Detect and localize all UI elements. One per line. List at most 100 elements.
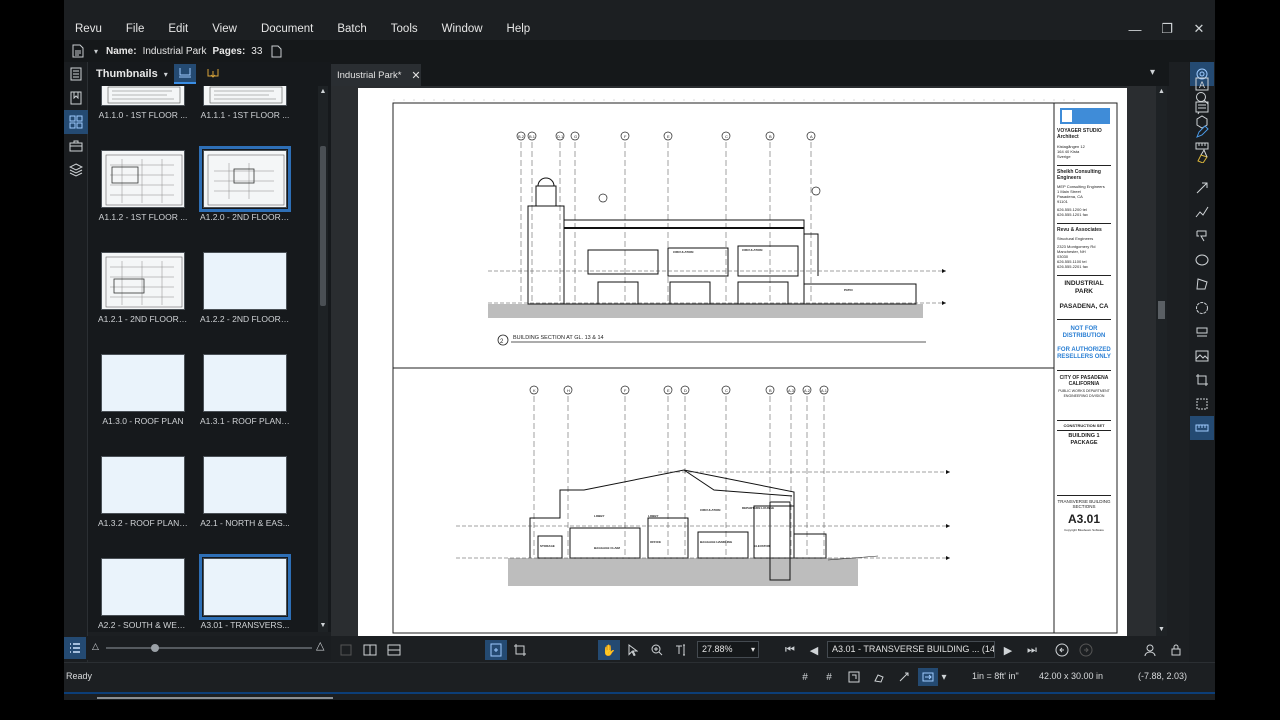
restore-button[interactable]: ❐	[1151, 16, 1183, 42]
thumbnail-item[interactable]: A2.1 - NORTH & EAS...	[200, 456, 290, 528]
thumbnail-item[interactable]: A1.1.0 - 1ST FLOOR ...	[98, 86, 188, 120]
thumbnail-item[interactable]: A2.2 - SOUTH & WES...	[98, 558, 188, 630]
scroll-thumb[interactable]	[320, 146, 326, 306]
scale-readout[interactable]: 1in = 8ft' in"	[972, 671, 1019, 681]
thumbnail-item[interactable]: A3.01 - TRANSVERS...	[199, 554, 291, 630]
previous-view-icon[interactable]	[1051, 640, 1073, 660]
page-selector[interactable]: A3.01 - TRANSVERSE BUILDING ... (14 of 3…	[827, 641, 995, 658]
image-icon[interactable]	[1190, 344, 1214, 368]
close-icon[interactable]: ✕	[411, 69, 420, 82]
thumbnail-page[interactable]	[199, 554, 291, 620]
highlighter-icon[interactable]	[1190, 144, 1214, 168]
list-view-icon[interactable]	[64, 637, 86, 659]
menu-edit[interactable]: Edit	[156, 16, 200, 42]
thumbnail-item[interactable]: A1.2.1 - 2ND FLOOR ...	[98, 252, 188, 324]
polygon-icon[interactable]	[1190, 272, 1214, 296]
ellipse-icon[interactable]	[1190, 248, 1214, 272]
measure-tool-icon[interactable]	[1190, 416, 1214, 440]
menu-view[interactable]: View	[200, 16, 249, 42]
slider-handle[interactable]	[151, 644, 159, 652]
thumbnail-item[interactable]: A1.3.2 - ROOF PLAN ...	[98, 456, 188, 528]
zoom-in-thumb-icon[interactable]: △	[316, 639, 324, 652]
arrow-icon[interactable]	[1190, 176, 1214, 200]
thumbnail-page[interactable]	[203, 86, 287, 106]
reuse-icon[interactable]	[894, 668, 914, 686]
bookmarks-icon[interactable]	[64, 86, 88, 110]
sync-icon[interactable]	[918, 668, 938, 686]
lock-icon[interactable]	[1165, 640, 1187, 660]
thumbnail-page[interactable]	[101, 252, 185, 310]
close-button[interactable]: ✕	[1183, 16, 1215, 42]
thumbnail-page[interactable]	[203, 354, 287, 412]
thumbnail-size-slider[interactable]	[106, 644, 312, 652]
thumbnail-page[interactable]	[101, 558, 185, 616]
thumbnail-page[interactable]	[101, 456, 185, 514]
menu-document[interactable]: Document	[249, 16, 325, 42]
select-tool-icon[interactable]	[622, 640, 644, 660]
next-page-icon[interactable]: ▶	[997, 640, 1019, 660]
chevron-down-icon[interactable]: ▾	[164, 70, 168, 79]
thumbnails-icon[interactable]	[64, 110, 88, 134]
polyline-icon[interactable]	[1190, 200, 1214, 224]
single-page-icon[interactable]	[335, 640, 357, 660]
zoom-level-field[interactable]: 27.88% ▾	[697, 641, 759, 658]
thumbnail-item[interactable]: A1.2.0 - 2ND FLOOR ...	[199, 146, 291, 222]
layers-icon[interactable]	[64, 158, 88, 182]
thumbnail-alt-mode-icon[interactable]	[202, 64, 224, 84]
user-icon[interactable]	[1136, 640, 1164, 660]
thumbnails-scrollbar[interactable]: ▲ ▼	[318, 86, 328, 632]
document-tab[interactable]: Industrial Park* ✕	[331, 64, 421, 86]
pen-icon[interactable]	[1190, 120, 1214, 144]
thumbnail-item[interactable]: A1.1.2 - 1ST FLOOR ...	[98, 150, 188, 222]
thumbnail-item[interactable]: A1.3.0 - ROOF PLAN	[98, 354, 188, 426]
snap-to-markup-icon[interactable]	[869, 668, 889, 686]
thumbnail-item[interactable]: A1.2.2 - 2ND FLOOR ...	[200, 252, 290, 324]
split-horizontal-icon[interactable]	[383, 640, 405, 660]
scroll-up-icon[interactable]: ▲	[318, 86, 328, 98]
zoom-out-thumb-icon[interactable]: △	[92, 641, 99, 652]
scroll-down-icon[interactable]: ▼	[318, 620, 328, 632]
thumbnail-page[interactable]	[101, 354, 185, 412]
thumbnail-page[interactable]	[203, 456, 287, 514]
last-page-icon[interactable]: ⏭	[1021, 640, 1043, 660]
note-icon[interactable]	[1190, 96, 1214, 120]
first-page-icon[interactable]: ⏮	[779, 640, 801, 660]
minimize-button[interactable]: —	[1119, 16, 1151, 42]
crop-view-icon[interactable]	[509, 640, 531, 660]
thumbnail-page[interactable]	[203, 252, 287, 310]
snap-to-content-icon[interactable]	[844, 668, 864, 686]
menu-batch[interactable]: Batch	[325, 16, 378, 42]
thumbnail-page[interactable]	[199, 146, 291, 212]
document-properties-icon[interactable]	[70, 43, 86, 59]
chevron-down-icon[interactable]: ▾	[1150, 67, 1155, 78]
scroll-down-icon[interactable]: ▼	[1156, 624, 1167, 636]
toolchest-icon[interactable]	[64, 134, 88, 158]
menu-window[interactable]: Window	[430, 16, 495, 42]
text-select-icon[interactable]	[670, 640, 692, 660]
thumbnail-page[interactable]	[101, 150, 185, 208]
callout-icon[interactable]	[1190, 224, 1214, 248]
cloud-icon[interactable]	[1190, 296, 1214, 320]
canvas-scrollbar[interactable]: ▲ ▼	[1156, 86, 1167, 636]
select-area-icon[interactable]	[1190, 392, 1214, 416]
pan-tool-icon[interactable]: ✋	[598, 640, 620, 660]
file-access-icon[interactable]	[64, 62, 88, 86]
menu-file[interactable]: File	[114, 16, 157, 42]
chevron-down-icon[interactable]: ▾	[92, 43, 100, 59]
menu-revu[interactable]: Revu	[64, 16, 114, 42]
crop-icon[interactable]	[1190, 368, 1214, 392]
grid-icon[interactable]: #	[795, 668, 815, 686]
thumbnail-view-mode-icon[interactable]	[173, 64, 196, 84]
menu-tools[interactable]: Tools	[379, 16, 430, 42]
thumbnail-item[interactable]: A1.1.1 - 1ST FLOOR ...	[200, 86, 290, 120]
previous-page-icon[interactable]: ◀	[803, 640, 825, 660]
scroll-thumb[interactable]	[1158, 301, 1165, 319]
menu-help[interactable]: Help	[495, 16, 543, 42]
document-canvas[interactable]: 2 BUILDING SECTION AT GL. 13 & 14 B.2 B.…	[331, 86, 1167, 636]
chevron-down-icon[interactable]: ▾	[751, 642, 755, 657]
next-view-icon[interactable]	[1075, 640, 1097, 660]
stamp-icon[interactable]	[1190, 320, 1214, 344]
text-box-icon[interactable]: A	[1190, 72, 1214, 96]
scroll-up-icon[interactable]: ▲	[1156, 86, 1167, 98]
chevron-down-icon[interactable]: ▾	[938, 668, 950, 686]
